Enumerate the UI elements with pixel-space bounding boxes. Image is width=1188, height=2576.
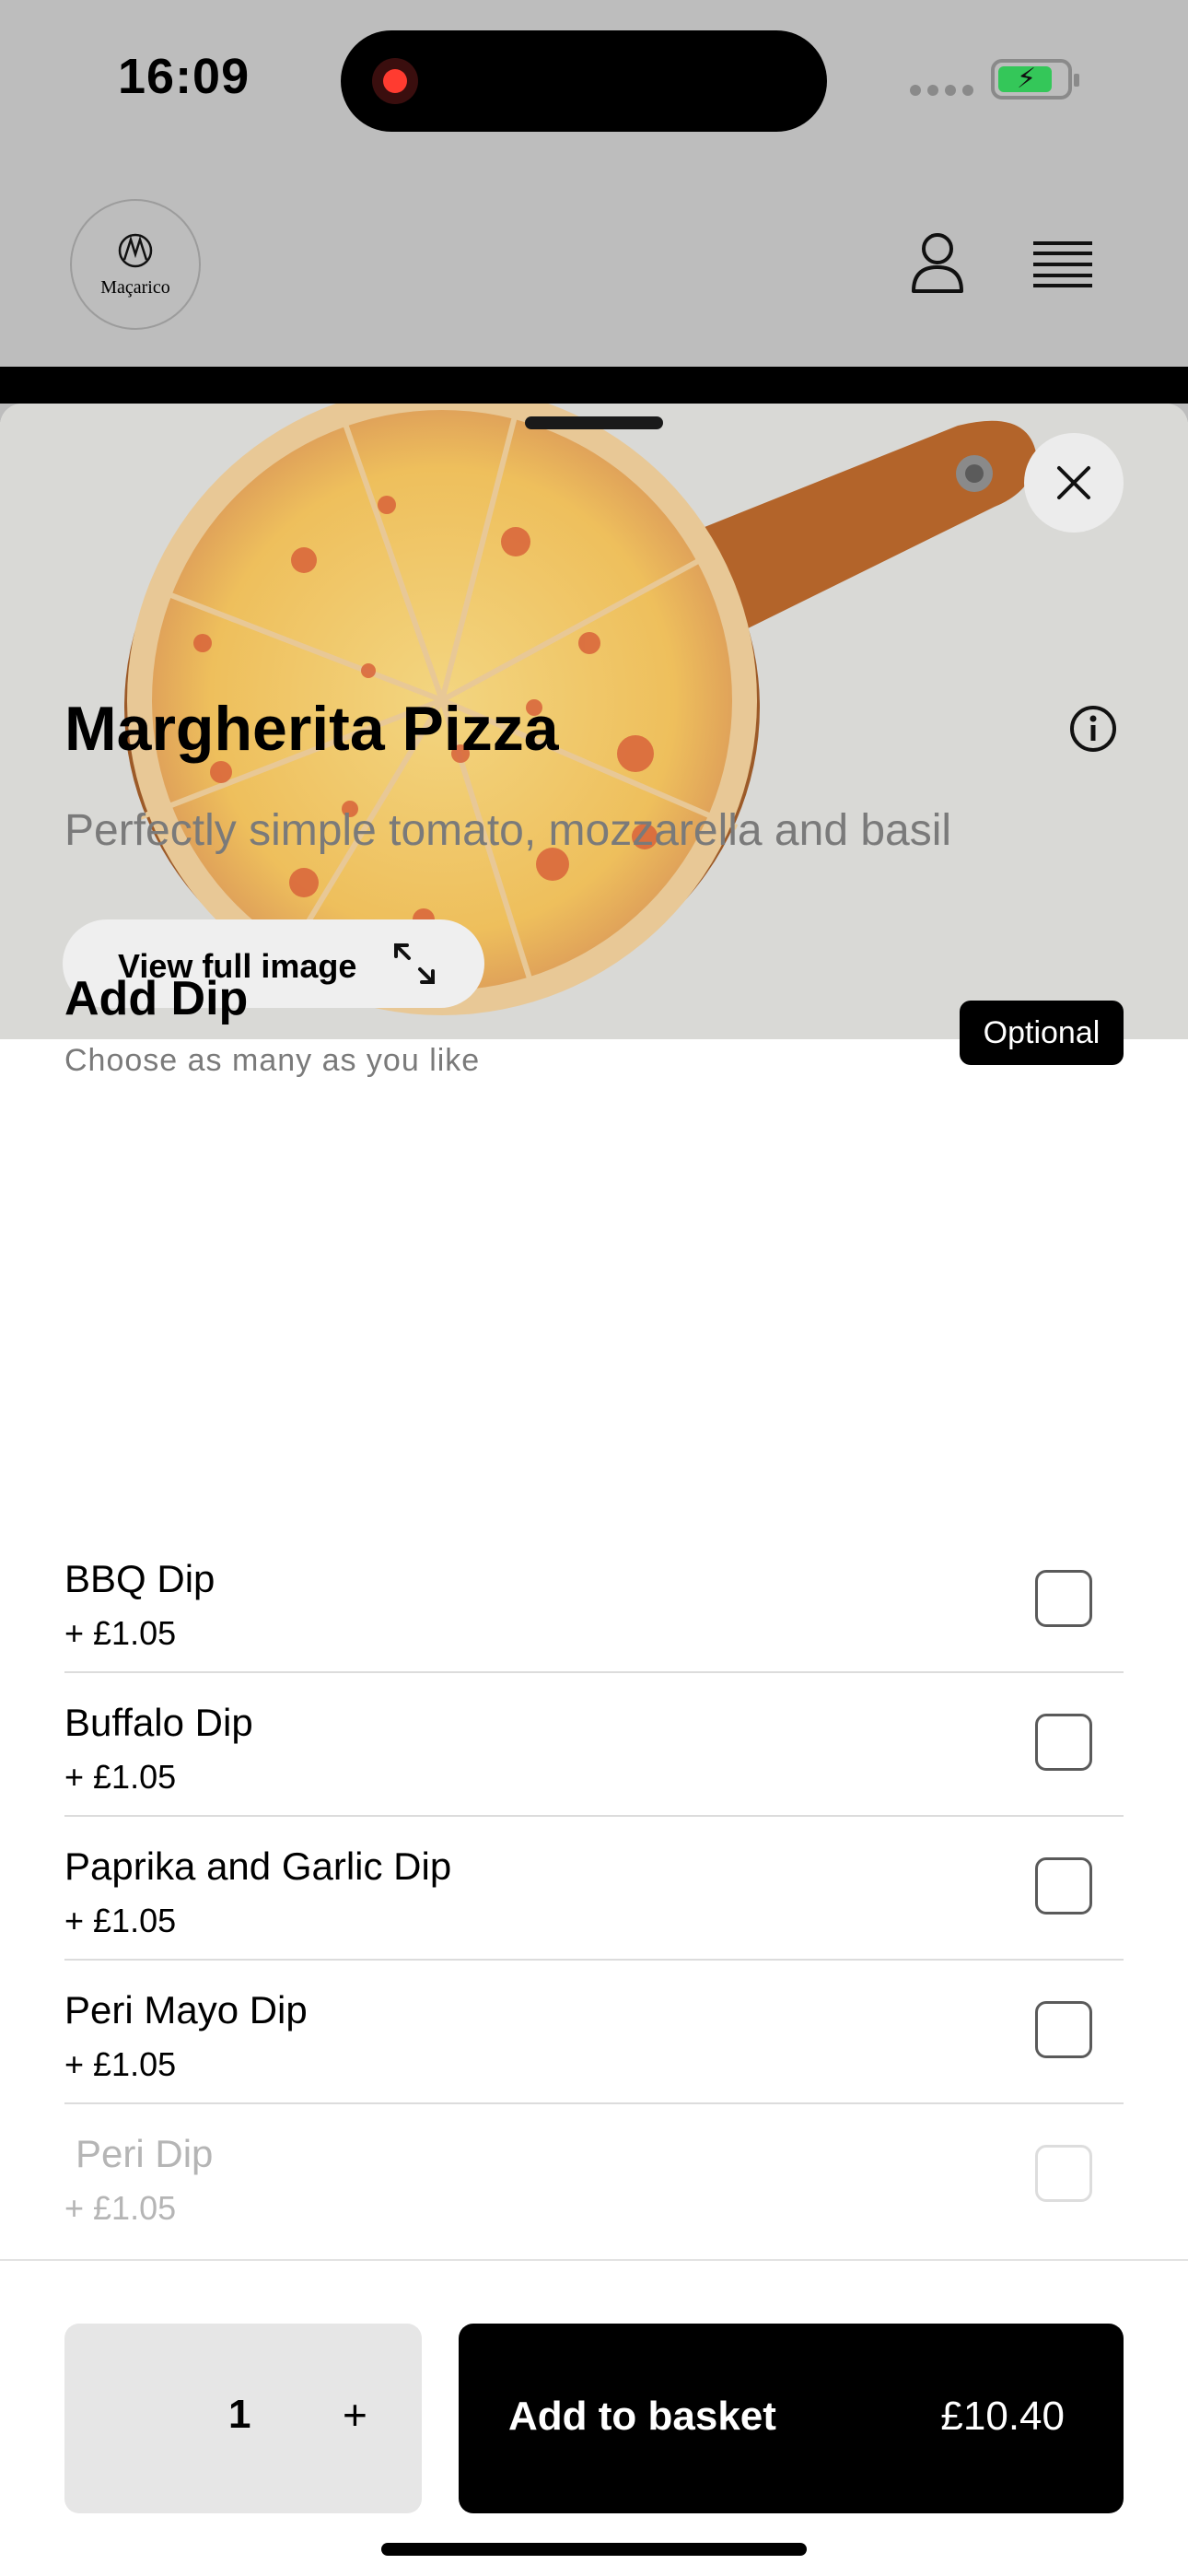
dip-option[interactable]: Paprika and Garlic Dip + £1.05	[64, 1817, 1124, 1961]
dip-price: + £1.05	[64, 2189, 177, 2227]
status-time: 16:09	[118, 49, 250, 104]
dip-checkbox[interactable]	[1035, 1570, 1092, 1627]
brand-mark-icon	[118, 233, 153, 268]
quantity-value: 1	[228, 2392, 251, 2437]
quantity-stepper[interactable]: 1 +	[64, 2324, 422, 2513]
dip-section-subtitle: Choose as many as you like	[64, 1043, 481, 1078]
dip-checkbox[interactable]	[1035, 1714, 1092, 1771]
dip-checkbox[interactable]	[1035, 1857, 1092, 1914]
basket-total: £10.40	[940, 2394, 1065, 2439]
dip-option[interactable]: Peri Dip + £1.05	[64, 2104, 1124, 2248]
dip-option[interactable]: Peri Mayo Dip + £1.05	[64, 1961, 1124, 2104]
dip-name: Peri Mayo Dip	[64, 1988, 308, 2032]
dip-price: + £1.05	[64, 1758, 177, 1796]
record-icon	[372, 58, 418, 104]
brand-name: Maçarico	[100, 277, 170, 298]
battery-icon: ⚡	[991, 59, 1079, 100]
close-button[interactable]	[1024, 433, 1124, 533]
sheet-grabber[interactable]	[525, 416, 663, 429]
product-description: Perfectly simple tomato, mozzarella and …	[64, 806, 952, 855]
user-icon[interactable]	[910, 230, 965, 297]
add-to-basket-label: Add to basket	[508, 2394, 776, 2439]
optional-badge: Optional	[960, 1001, 1124, 1065]
dip-option[interactable]: BBQ Dip + £1.05	[64, 1529, 1124, 1673]
dip-name: Paprika and Garlic Dip	[64, 1844, 452, 1888]
menu-icon[interactable]	[1033, 241, 1092, 287]
expand-icon	[394, 943, 435, 984]
dip-price: + £1.05	[64, 1902, 177, 1939]
dip-section-title: Add Dip	[64, 972, 249, 1025]
dip-price: + £1.05	[64, 1614, 177, 1652]
dip-name: Buffalo Dip	[64, 1701, 253, 1744]
product-title: Margherita Pizza	[64, 694, 559, 764]
info-icon[interactable]	[1068, 704, 1118, 754]
close-icon	[1057, 466, 1090, 499]
dip-checkbox[interactable]	[1035, 2001, 1092, 2058]
dip-option[interactable]: Buffalo Dip + £1.05	[64, 1673, 1124, 1817]
add-to-basket-button[interactable]: Add to basket £10.40	[459, 2324, 1124, 2513]
dip-checkbox[interactable]	[1035, 2145, 1092, 2202]
home-indicator	[381, 2543, 807, 2556]
signal-icon	[910, 85, 974, 96]
dip-name: Peri Dip	[76, 2132, 214, 2175]
category-bar	[0, 367, 1188, 404]
dip-name: BBQ Dip	[64, 1557, 215, 1600]
increment-button[interactable]: +	[343, 2390, 367, 2440]
dynamic-island	[341, 30, 827, 132]
brand-logo[interactable]: Maçarico	[70, 199, 201, 330]
dip-price: + £1.05	[64, 2045, 177, 2083]
